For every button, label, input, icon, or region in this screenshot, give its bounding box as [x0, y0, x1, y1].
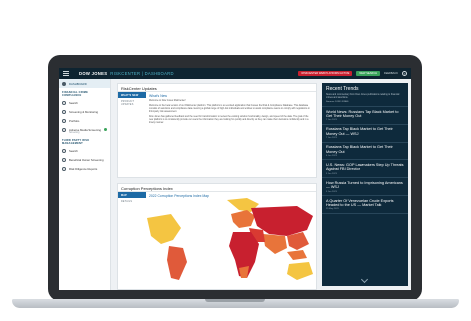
- sidebar-label: Portfolio: [69, 118, 80, 123]
- sidebar-label: Screening & Monitoring: [69, 109, 99, 114]
- trend-item[interactable]: U.S. News: GOP Lawmakers Step Up Threats…: [322, 160, 408, 179]
- sidebar-label: Search: [69, 100, 78, 105]
- sidebar-item-dashboard[interactable]: DASHBOARD: [59, 79, 110, 88]
- trend-headline[interactable]: U.S. News: GOP Lawmakers Step Up Threats…: [326, 163, 404, 172]
- dashboard-icon: [62, 81, 66, 86]
- trend-headline[interactable]: How Russia Turned to Imprisoning America…: [326, 181, 404, 190]
- sidebar-item-search[interactable]: Search: [59, 98, 110, 107]
- help-icon[interactable]: ?: [402, 71, 407, 76]
- sidebar-item-screening[interactable]: Screening & Monitoring: [59, 107, 110, 116]
- trend-date: 6 Jun 2023: [326, 154, 337, 157]
- sidebar-item-portfolio[interactable]: Portfolio: [59, 116, 110, 125]
- trend-item[interactable]: Russians Tap Black Market to Get Their M…: [322, 125, 408, 143]
- trends-title: Recent Trends: [326, 86, 359, 92]
- new-badge: [104, 128, 107, 131]
- sidebar: DASHBOARD FINANCIAL CRIME COMPLIANCE Sea…: [59, 79, 111, 290]
- search-icon: [62, 100, 66, 105]
- map-region-australia: [287, 262, 313, 280]
- report-icon: [62, 166, 66, 171]
- chevron-down-icon[interactable]: [360, 275, 369, 284]
- article-paragraph: Welcome to the beta version of our RiskC…: [149, 105, 310, 113]
- platform-alert-button[interactable]: RISKCENTER WEB PLATFORM ACTIVE: [298, 71, 353, 76]
- trend-headline[interactable]: World News: Russians Tap Black Market to…: [326, 110, 404, 119]
- trend-headline[interactable]: A Quarter Of Venezuelan Crude Exports He…: [326, 199, 404, 208]
- updates-subnav: WHAT'S NEW PRODUCT UPDATES: [118, 92, 146, 107]
- feedback-link[interactable]: FEEDBACK: [384, 72, 398, 75]
- cpi-title: Corruption Perceptions Index: [118, 184, 316, 192]
- source-name: DOW JONES: [335, 101, 349, 103]
- tab-details[interactable]: DETAILS: [118, 198, 146, 204]
- map-region-europe: [231, 210, 255, 228]
- owner-icon: [62, 157, 66, 162]
- search-icon: [62, 148, 66, 153]
- map-region-latin-america: [167, 246, 187, 280]
- trend-item[interactable]: A Quarter Of Venezuelan Crude Exports He…: [322, 196, 408, 214]
- article-paragraph: Dow Jones has gathered feedback and the …: [149, 116, 309, 124]
- trend-headline[interactable]: Russians Tap Black Market to Get Their M…: [326, 127, 404, 136]
- sidebar-section-third-party: THIRD PARTY RISK MANAGEMENT: [62, 139, 90, 145]
- sidebar-item-beneficial-owner[interactable]: Beneficial Owner Screening: [59, 155, 110, 164]
- trend-item[interactable]: World News: Russians Tap Black Market to…: [322, 107, 408, 125]
- sidebar-label: Beneficial Owner Screening: [69, 157, 104, 162]
- trend-date: 5 Jun 2023: [326, 190, 337, 193]
- trend-date: 25 May 2023: [326, 208, 339, 211]
- laptop-notch: [205, 299, 265, 302]
- sidebar-label: Adverse Media Screening: [69, 127, 102, 132]
- app-screen: DOW JONES RISKCENTER | DASHBOARD RISKCEN…: [59, 68, 411, 290]
- product-name: RISKCENTER | DASHBOARD: [110, 71, 174, 76]
- updates-title: RiskCenter Updates: [118, 84, 316, 92]
- sidebar-item-tprm-search[interactable]: Search: [59, 146, 110, 155]
- world-map[interactable]: [147, 198, 315, 290]
- portfolio-icon: [62, 118, 66, 123]
- cpi-subnav: MAP DETAILS: [118, 192, 146, 204]
- trend-date: 7 Jun 2023: [326, 119, 337, 122]
- screening-icon: [62, 109, 66, 114]
- brand-logo[interactable]: DOW JONES: [79, 71, 107, 76]
- trend-date: 7 Jun 2023: [326, 137, 337, 140]
- map-region-americas: [147, 214, 181, 244]
- hamburger-menu-icon[interactable]: [63, 71, 69, 76]
- top-bar: DOW JONES RISKCENTER | DASHBOARD RISKCEN…: [59, 68, 411, 79]
- recent-trends-panel: Recent Trends News and commentary from D…: [322, 83, 408, 286]
- trend-item[interactable]: How Russia Turned to Imprisoning America…: [322, 178, 408, 197]
- sidebar-label: Risk Diligence Reports: [69, 166, 98, 171]
- sidebar-item-risk-reports[interactable]: Risk Diligence Reports: [59, 164, 110, 173]
- sidebar-label: Search: [69, 148, 78, 153]
- map-region-sea: [287, 250, 307, 260]
- updates-article: What's New Welcome to Dow Jones RiskCent…: [149, 94, 313, 127]
- trend-headline[interactable]: Russians Tap Black Market to Get Their M…: [326, 145, 404, 154]
- updates-panel: RiskCenter Updates WHAT'S NEW PRODUCT UP…: [117, 83, 317, 178]
- sidebar-sublabel: Screening: [69, 132, 80, 134]
- trends-source: Sources: DOW JONES: [322, 100, 408, 107]
- adverse-media-icon: [62, 127, 66, 132]
- trend-date: 5 Jun 2023: [326, 172, 337, 175]
- map-region-south-asia: [263, 234, 287, 254]
- sidebar-section-financial: FINANCIAL CRIME COMPLIANCE: [62, 91, 89, 97]
- tab-product-updates[interactable]: PRODUCT UPDATES: [118, 98, 146, 107]
- trend-item[interactable]: Russians Tap Black Market to Get Their M…: [322, 143, 408, 161]
- new-search-button[interactable]: NEW SEARCH: [356, 71, 381, 76]
- article-title: What's New: [149, 94, 167, 98]
- article-paragraph: Welcome to Dow Jones RiskCenter!: [149, 100, 186, 102]
- sidebar-label: DASHBOARD: [69, 81, 87, 86]
- cpi-panel: Corruption Perceptions Index MAP DETAILS…: [117, 183, 317, 290]
- source-label: Sources:: [326, 101, 335, 103]
